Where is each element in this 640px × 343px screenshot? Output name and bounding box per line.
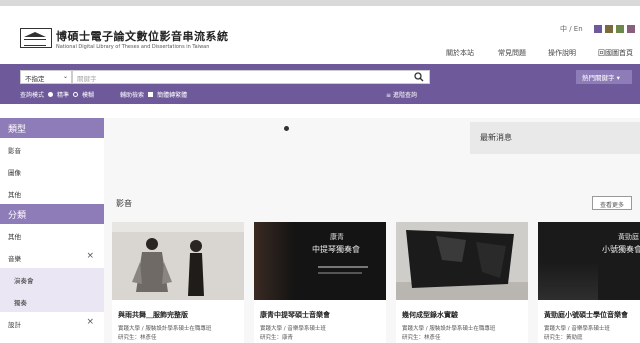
theme-swatch-3[interactable] [616, 25, 624, 33]
site-title[interactable]: 博碩士電子論文數位影音串流系統 [56, 28, 229, 44]
simp-trad-checkbox[interactable] [148, 92, 154, 97]
category-item-label: 音樂 [8, 255, 21, 263]
scope-select[interactable]: 不指定 ⌄ [20, 70, 72, 84]
carousel-dot[interactable] [284, 126, 289, 131]
card-author: 研究生：黃勁庭 [544, 335, 583, 341]
nav-about[interactable]: 關於本站 [446, 48, 474, 58]
search-mode-label: 查詢模式 [20, 92, 45, 99]
nav-help[interactable]: 操作說明 [548, 48, 576, 58]
search-icon[interactable] [414, 72, 424, 82]
mode-fuzzy-label[interactable]: 模糊 [82, 90, 94, 99]
site-header: 博碩士電子論文數位影音串流系統 National Digital Library… [0, 0, 640, 64]
language-toggle[interactable]: 中 / En [560, 24, 583, 34]
theme-swatch-1[interactable] [594, 25, 602, 33]
card-department: 實踐大學 / 音樂學系碩士班 [260, 326, 326, 332]
card-department: 實踐大學 / 音樂學系碩士班 [544, 326, 610, 332]
poster-line [318, 266, 368, 268]
poster-title-line1: 康青 [330, 233, 344, 241]
search-mode-row: 查詢模式 精準 模糊 輔助檢索 簡體轉繁體 [20, 90, 187, 99]
stage-light [254, 222, 294, 300]
news-panel: 最新消息 [470, 122, 640, 154]
video-thumbnail[interactable]: 黃勁庭 小號獨奏會 [538, 222, 640, 300]
news-title: 最新消息 [480, 133, 512, 142]
mode-fuzzy-radio[interactable] [73, 92, 79, 97]
category-item-label: 其他 [8, 233, 21, 241]
video-card[interactable]: 康青 中提琴獨奏會 康青中提琴碩士音樂會 實踐大學 / 音樂學系碩士班 研究生：… [254, 222, 386, 343]
section-title: 影音 [116, 199, 132, 208]
type-item-other[interactable]: 其他 [0, 182, 104, 204]
card-title[interactable]: 與雨共舞＿服飾完整版 [118, 310, 242, 320]
nav-home[interactable]: 回國圖首頁 [598, 48, 633, 58]
close-icon[interactable]: × [86, 317, 94, 327]
chevron-down-icon: ⌄ [62, 73, 68, 80]
card-author: 研究生：林彥佳 [118, 335, 157, 341]
view-more-button[interactable]: 查看更多 [592, 196, 632, 210]
scope-select-value: 不指定 [25, 75, 45, 83]
mode-exact-radio[interactable] [48, 92, 54, 97]
category-item-other[interactable]: 其他 [0, 224, 104, 246]
category-item-design[interactable]: 設計 × [0, 312, 104, 334]
card-title[interactable]: 幾何成型錄水實驗 [402, 310, 526, 320]
filter-sidebar: 類型 影音 圖像 其他 分類 其他 音樂 × 演奏會 獨奏 設計 × [0, 118, 104, 343]
card-author: 研究生：康青 [260, 335, 294, 341]
ncl-logo-icon[interactable] [20, 28, 52, 48]
category-item-concert[interactable]: 演奏會 [0, 268, 104, 290]
video-thumbnail[interactable]: 康青 中提琴獨奏會 [254, 222, 386, 300]
category-item-solo[interactable]: 獨奏 [0, 290, 104, 312]
type-item-image[interactable]: 圖像 [0, 160, 104, 182]
theme-swatches [594, 25, 635, 33]
advanced-search-label: 進階查詢 [392, 92, 417, 99]
video-thumbnail[interactable] [396, 222, 528, 300]
nav-faq[interactable]: 常見問題 [498, 48, 526, 58]
site-subtitle: National Digital Library of Theses and D… [56, 44, 210, 50]
theme-swatch-2[interactable] [605, 25, 613, 33]
card-title[interactable]: 黃勁庭小號碩士學位音樂會 [544, 310, 640, 320]
menu-icon: ≡ [386, 92, 393, 99]
poster-line [318, 272, 362, 274]
hot-keywords-button[interactable]: 熱門關鍵字 ▾ [576, 70, 632, 84]
category-item-label: 獨奏 [14, 299, 27, 307]
type-header: 類型 [0, 118, 104, 138]
card-author: 研究生：林彥佳 [402, 335, 441, 341]
stage-shadow [538, 262, 598, 300]
card-title[interactable]: 康青中提琴碩士音樂會 [260, 310, 384, 320]
close-icon[interactable]: × [86, 251, 94, 261]
type-item-video[interactable]: 影音 [0, 138, 104, 160]
advanced-search-link[interactable]: ≡ 進階查詢 [386, 90, 417, 99]
assist-search-label: 輔助檢索 [120, 92, 145, 99]
card-department: 實踐大學 / 服裝設計學系碩士在職專班 [402, 326, 496, 332]
card-department: 實踐大學 / 服裝設計學系碩士在職專班 [118, 326, 212, 332]
poster-title-line2: 中提琴獨奏會 [312, 245, 360, 254]
theme-swatch-4[interactable] [627, 25, 635, 33]
poster-title-line2: 小號獨奏會 [602, 245, 640, 254]
mode-exact-label[interactable]: 精準 [57, 90, 69, 99]
category-header: 分類 [0, 204, 104, 224]
video-thumbnail[interactable] [112, 222, 244, 300]
main-content: 最新消息 影音 查看更多 與雨共舞＿服飾完整版 實踐大學 / 服裝設計學系碩士在… [104, 118, 640, 343]
search-bar: 不指定 ⌄ 關鍵字 熱門關鍵字 ▾ 查詢模式 精準 模糊 輔助檢索 簡體轉繁體 … [0, 64, 640, 104]
search-input[interactable]: 關鍵字 [72, 70, 430, 84]
category-item-music[interactable]: 音樂 × [0, 246, 104, 268]
video-card[interactable]: 黃勁庭 小號獨奏會 黃勁庭小號碩士學位音樂會 實踐大學 / 音樂學系碩士班 研究… [538, 222, 640, 343]
category-item-label: 演奏會 [14, 277, 34, 285]
video-card[interactable]: 幾何成型錄水實驗 實踐大學 / 服裝設計學系碩士在職專班 研究生：林彥佳 [396, 222, 528, 343]
simp-trad-label[interactable]: 簡體轉繁體 [157, 90, 187, 99]
category-item-label: 設計 [8, 321, 21, 329]
video-card[interactable]: 與雨共舞＿服飾完整版 實踐大學 / 服裝設計學系碩士在職專班 研究生：林彥佳 [112, 222, 244, 343]
poster-title-line1: 黃勁庭 [618, 233, 639, 241]
